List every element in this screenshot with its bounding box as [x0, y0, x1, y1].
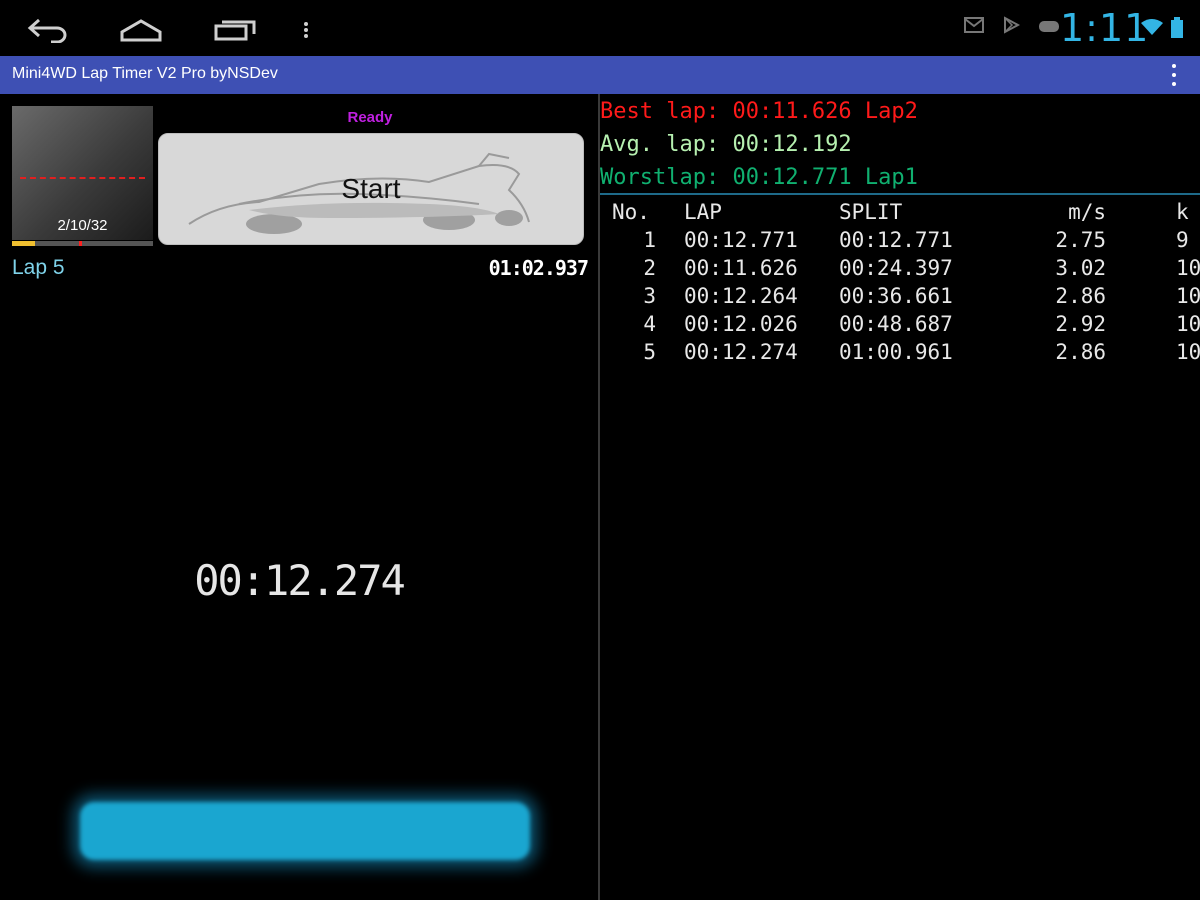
timer-panel: 2/10/32 Ready Start Lap 5 01:02.937 00:1… [0, 94, 598, 900]
wifi-icon [1140, 18, 1164, 40]
notification-icons [964, 16, 1060, 38]
worst-lap-stat: Worstlap: 00:12.771 Lap1 [600, 165, 918, 190]
lap-number: 3 [643, 284, 656, 308]
extra-value: 9 [1176, 228, 1189, 252]
speed: 2.75 [1055, 228, 1106, 252]
recent-apps-icon[interactable] [210, 10, 260, 50]
results-panel: Best lap: 00:11.626 Lap2 Avg. lap: 00:12… [600, 94, 1200, 900]
lap-time: 00:12.771 [684, 228, 798, 252]
split-time: 00:48.687 [839, 312, 953, 336]
app-title: Mini4WD Lap Timer V2 Pro byNSDev [12, 65, 278, 82]
battery-icon [1170, 17, 1184, 43]
split-time: 00:24.397 [839, 256, 953, 280]
lap-time: 00:12.264 [684, 284, 798, 308]
system-bar: 1:11 [0, 0, 1200, 56]
lap-number: 5 [643, 340, 656, 364]
start-button[interactable]: Start [158, 133, 584, 245]
header-no: No. [612, 200, 650, 224]
header-split: SPLIT [839, 200, 903, 224]
thumbnail-progress-marker [79, 241, 82, 246]
header-ms: m/s [1068, 200, 1106, 224]
action-bar: Mini4WD Lap Timer V2 Pro byNSDev [0, 56, 1200, 94]
start-button-label: Start [341, 173, 401, 204]
current-lap-label: Lap 5 [12, 256, 65, 279]
detection-line [20, 177, 145, 179]
play-store-icon [1002, 16, 1021, 38]
avg-lap-stat: Avg. lap: 00:12.192 [600, 132, 852, 157]
lap-number: 1 [643, 228, 656, 252]
current-lap-time: 00:12.274 [194, 556, 406, 605]
speed: 3.02 [1055, 256, 1106, 280]
back-arrow-icon[interactable] [24, 10, 72, 50]
status-clock: 1:11 [1060, 6, 1150, 50]
camera-thumbnail[interactable]: 2/10/32 [12, 106, 153, 240]
lap-number: 2 [643, 256, 656, 280]
extra-value: 10 [1176, 312, 1200, 336]
lap-time: 00:12.274 [684, 340, 798, 364]
home-icon[interactable] [116, 10, 166, 50]
thumbnail-progress-fill [12, 241, 35, 246]
speed: 2.86 [1055, 284, 1106, 308]
overflow-menu-icon[interactable] [1166, 64, 1182, 86]
game-controller-icon [1038, 18, 1060, 37]
best-lap-stat: Best lap: 00:11.626 Lap2 [600, 99, 918, 124]
lap-sensor-bar[interactable] [80, 802, 530, 860]
extra-value: 10 [1176, 284, 1200, 308]
split-time: 00:12.771 [839, 228, 953, 252]
status-label: Ready [347, 109, 393, 126]
split-time: 00:36.661 [839, 284, 953, 308]
lap-time: 00:11.626 [684, 256, 798, 280]
header-lap: LAP [684, 200, 722, 224]
lap-number: 4 [643, 312, 656, 336]
thumbnail-progress-bar [12, 241, 153, 246]
extra-value: 10 [1176, 256, 1200, 280]
header-extra: k [1176, 200, 1189, 224]
menu-dots-icon[interactable] [296, 10, 316, 50]
lap-time: 00:12.026 [684, 312, 798, 336]
total-time: 01:02.937 [488, 256, 589, 280]
speed: 2.92 [1055, 312, 1106, 336]
stats-divider [600, 193, 1200, 195]
extra-value: 10 [1176, 340, 1200, 364]
gmail-icon [964, 17, 984, 37]
thumbnail-count: 2/10/32 [57, 217, 108, 234]
speed: 2.86 [1055, 340, 1106, 364]
split-time: 01:00.961 [839, 340, 953, 364]
